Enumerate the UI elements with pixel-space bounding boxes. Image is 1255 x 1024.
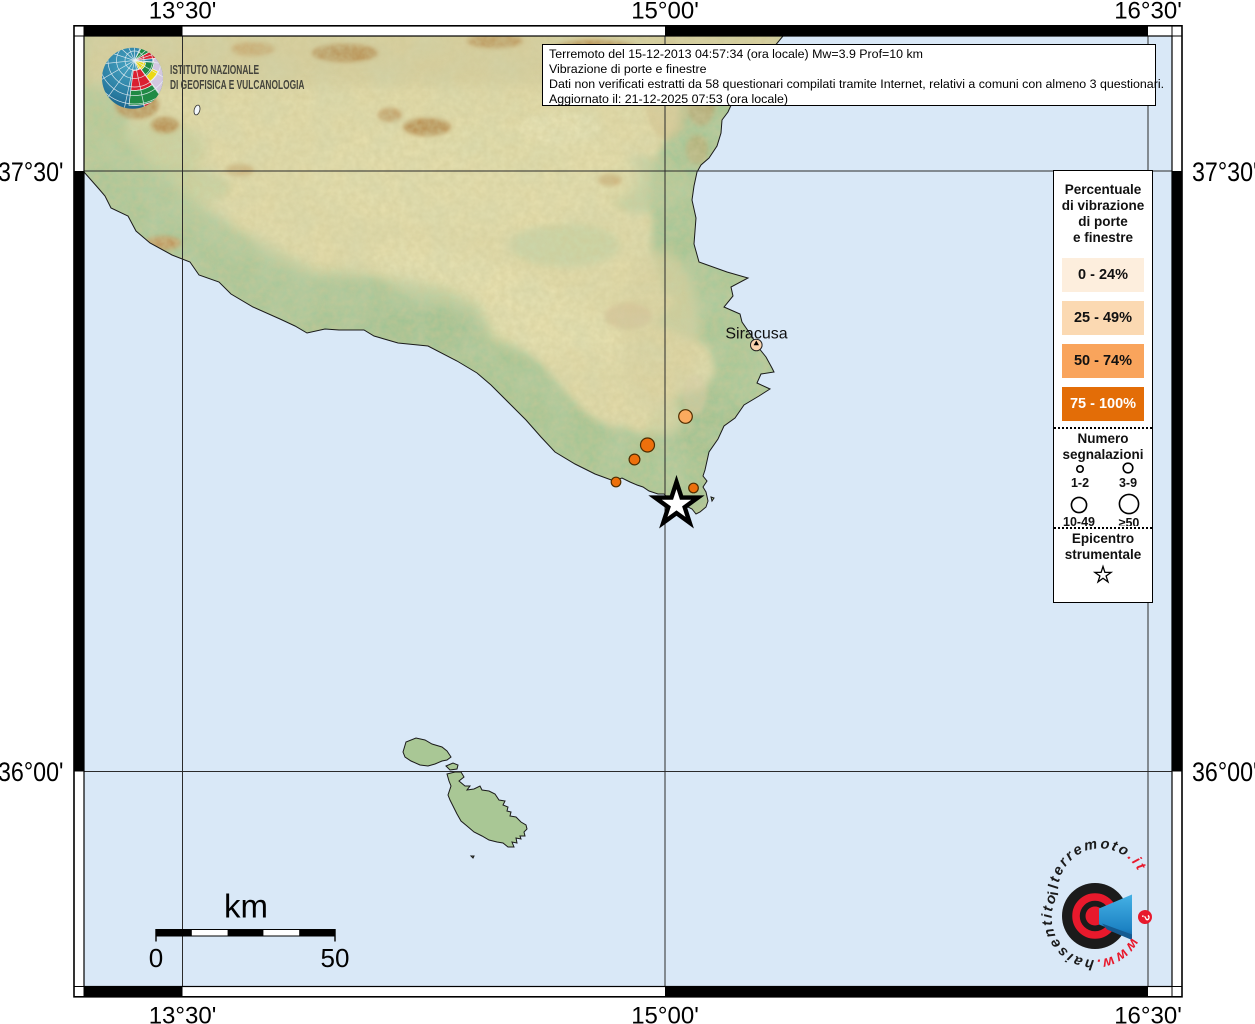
svg-text:DI GEOFISICA E VULCANOLOGIA: DI GEOFISICA E VULCANOLOGIA xyxy=(170,78,305,92)
svg-text:13°30': 13°30' xyxy=(149,1003,217,1024)
svg-text:36°00': 36°00' xyxy=(1192,757,1255,787)
svg-text:37°30': 37°30' xyxy=(0,157,64,187)
svg-text:13°30': 13°30' xyxy=(149,0,217,25)
svg-text:37°30': 37°30' xyxy=(1192,157,1255,187)
svg-text:15°00': 15°00' xyxy=(631,0,699,25)
svg-text:50: 50 xyxy=(321,943,350,973)
svg-text:36°00': 36°00' xyxy=(0,757,64,787)
svg-text:15°00': 15°00' xyxy=(631,1003,699,1024)
svg-text:3-9: 3-9 xyxy=(1119,476,1137,490)
svg-text:10-49: 10-49 xyxy=(1063,515,1095,526)
svg-text:16°30': 16°30' xyxy=(1114,0,1182,25)
svg-text:0: 0 xyxy=(149,943,163,973)
svg-text:≥50: ≥50 xyxy=(1119,516,1140,526)
svg-text:16°30': 16°30' xyxy=(1114,1003,1182,1024)
svg-text:1-2: 1-2 xyxy=(1071,476,1089,490)
svg-text:km: km xyxy=(224,888,268,925)
svg-text:ISTITUTO NAZIONALE: ISTITUTO NAZIONALE xyxy=(170,63,259,77)
